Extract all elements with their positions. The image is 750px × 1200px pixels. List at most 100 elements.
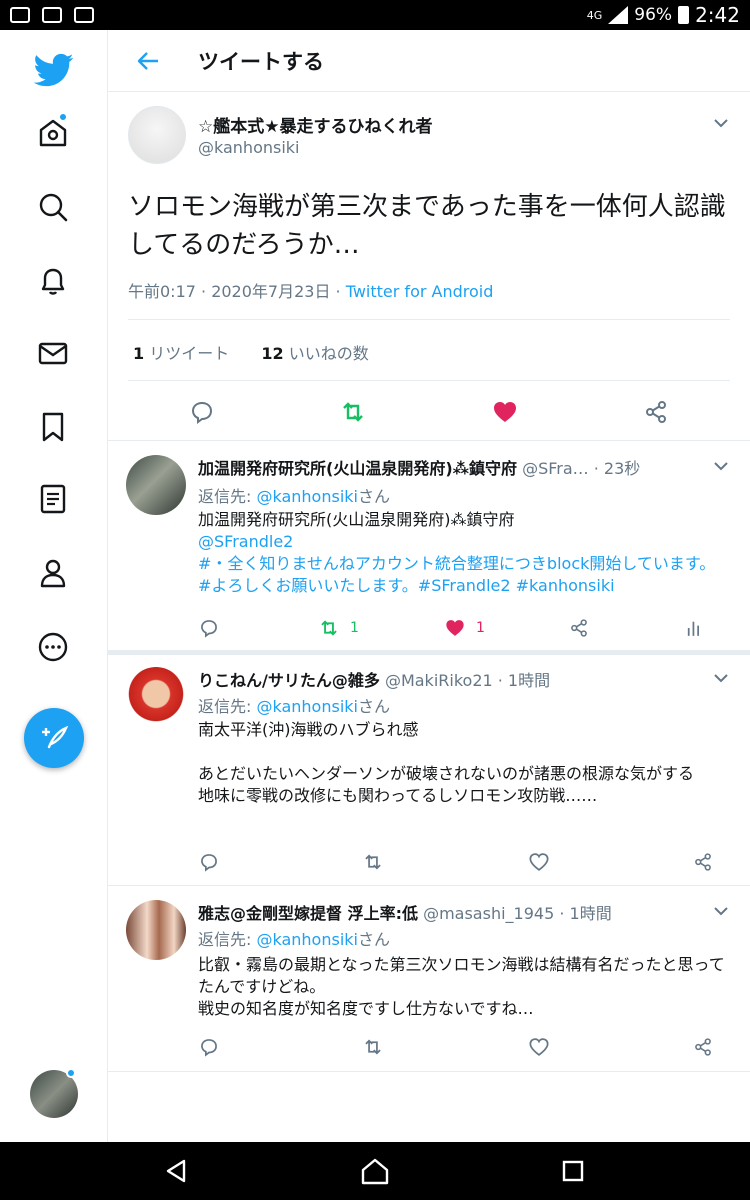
tweet-text: ソロモン海戦が第三次まであった事を一体何人認識してるのだろうか…: [128, 192, 726, 260]
like-button[interactable]: [528, 1036, 550, 1058]
mail-icon[interactable]: [36, 336, 70, 370]
notification-dot: [66, 1068, 76, 1078]
reply-button[interactable]: [198, 617, 220, 639]
lists-icon[interactable]: [36, 482, 70, 516]
heart-icon: [529, 1038, 549, 1056]
account-avatar[interactable]: [30, 1068, 78, 1118]
author-name[interactable]: 雅志@金剛型嫁提督 浮上率:低: [198, 904, 418, 923]
page-title: ツイートする: [198, 49, 324, 74]
tweet-actions: [108, 392, 750, 432]
avatar[interactable]: [128, 106, 186, 164]
notification-icon: [10, 7, 30, 23]
retweet-button[interactable]: 1: [318, 617, 359, 639]
reply-to: 返信先: @kanhonsikiさん: [198, 930, 390, 949]
retweet-button[interactable]: [362, 1036, 384, 1058]
like-button[interactable]: 1: [444, 617, 485, 639]
reply-time: · 1時間: [492, 671, 551, 690]
reply-button[interactable]: [198, 1036, 220, 1058]
back-nav-icon[interactable]: [162, 1156, 192, 1186]
reply-text: 南太平洋(沖)海戦のハブられ感 あとだいたいヘンダーソンが破壊されないのが諸悪の…: [198, 720, 695, 805]
reply-actions: [198, 851, 728, 875]
more-icon[interactable]: [36, 630, 70, 664]
reply-header: 加温開発府研究所(火山温泉開発府)⁂鎮守府 @SFra… · 23秒: [198, 455, 718, 479]
reply-text: 加温開発府研究所(火山温泉開発府)⁂鎮守府 @SFrandle2 #・全く知りま…: [198, 510, 716, 595]
notification-icon: [74, 7, 94, 23]
status-bar: 4G 96% 2:42: [0, 0, 750, 30]
divider: [128, 380, 730, 381]
analytics-button[interactable]: [684, 617, 706, 639]
avatar[interactable]: [126, 455, 186, 515]
chevron-down-icon[interactable]: [712, 114, 730, 132]
reply-to-link[interactable]: @kanhonsiki: [256, 930, 358, 949]
compose-tweet-button[interactable]: [24, 708, 84, 768]
like-count: 1: [476, 620, 485, 636]
chevron-down-icon[interactable]: [712, 669, 730, 687]
reply-time: · 23秒: [588, 459, 641, 478]
network-label: 4G: [586, 8, 603, 22]
tweet-meta: 午前0:17 · 2020年7月23日 · Twitter for Androi…: [128, 278, 493, 302]
share-button[interactable]: [692, 1036, 714, 1058]
share-button[interactable]: [692, 851, 714, 873]
divider: [128, 319, 730, 320]
share-button[interactable]: [568, 617, 590, 639]
battery-percent: 96%: [634, 5, 673, 25]
author-handle[interactable]: @MakiRiko21: [380, 671, 493, 690]
heart-icon: [529, 853, 549, 871]
back-button[interactable]: [108, 51, 188, 71]
reply-to: 返信先: @kanhonsikiさん: [198, 697, 390, 716]
like-button[interactable]: [528, 851, 550, 873]
tweet-source-link[interactable]: Twitter for Android: [346, 282, 494, 301]
reply-icon: [201, 620, 217, 638]
share-icon: [571, 619, 587, 637]
author-handle[interactable]: @SFra…: [517, 459, 589, 478]
author-handle[interactable]: @masashi_1945: [418, 904, 554, 923]
profile-icon[interactable]: [36, 556, 70, 590]
home-icon[interactable]: [36, 112, 70, 150]
retweet-count: 1: [350, 620, 359, 636]
share-icon: [695, 1038, 711, 1056]
bookmark-icon[interactable]: [36, 410, 70, 444]
divider: [108, 1071, 750, 1072]
author-handle[interactable]: @kanhonsiki: [198, 138, 300, 157]
retweets-stat[interactable]: 1 リツイート: [133, 344, 229, 363]
retweet-icon: [321, 620, 337, 636]
reply-to: 返信先: @kanhonsikiさん: [198, 487, 390, 506]
likes-stat[interactable]: 12 いいねの数: [261, 344, 368, 363]
twitter-logo-icon[interactable]: [33, 50, 74, 90]
tweet-timestamp: 午前0:17 · 2020年7月23日 ·: [128, 282, 346, 301]
author-name[interactable]: りこねん/サリたん@雑多: [198, 671, 380, 690]
notification-dot: [58, 112, 68, 122]
reply-icon: [201, 1039, 217, 1057]
reply-links[interactable]: @SFrandle2 #・全く知りませんねアカウント統合整理につきblock開始…: [198, 532, 715, 595]
retweet-button[interactable]: [362, 851, 384, 873]
avatar[interactable]: [126, 900, 186, 960]
avatar[interactable]: [126, 667, 186, 727]
reply-tweet[interactable]: りこねん/サリたん@雑多 @MakiRiko21 · 1時間 返信先: @kan…: [108, 655, 750, 885]
search-icon[interactable]: [36, 190, 70, 224]
signal-icon: [608, 6, 629, 24]
retweet-icon[interactable]: [339, 398, 367, 426]
reply-icon[interactable]: [188, 398, 216, 426]
chevron-down-icon[interactable]: [712, 457, 730, 475]
reply-tweet[interactable]: 加温開発府研究所(火山温泉開発府)⁂鎮守府 @SFra… · 23秒 返信先: …: [108, 440, 750, 650]
like-icon: [446, 620, 464, 636]
reply-button[interactable]: [198, 851, 220, 873]
recents-nav-icon[interactable]: [558, 1156, 588, 1186]
reply-header: りこねん/サリたん@雑多 @MakiRiko21 · 1時間: [198, 667, 718, 691]
page-header: ツイートする: [108, 30, 750, 92]
reply-actions: [198, 1036, 728, 1060]
chevron-down-icon[interactable]: [712, 902, 730, 920]
like-icon[interactable]: [491, 398, 519, 426]
notification-icon: [42, 7, 62, 23]
reply-tweet[interactable]: 雅志@金剛型嫁提督 浮上率:低 @masashi_1945 · 1時間 返信先:…: [108, 885, 750, 1071]
analytics-icon: [687, 621, 700, 636]
reply-to-link[interactable]: @kanhonsiki: [256, 697, 358, 716]
tweet-stats: 1 リツイート 12 いいねの数: [133, 340, 369, 364]
sidebar: [0, 30, 108, 1142]
author-name[interactable]: ☆艦本式★暴走するひねくれ者: [198, 112, 432, 137]
bell-icon[interactable]: [36, 264, 70, 298]
share-icon[interactable]: [642, 398, 670, 426]
author-name[interactable]: 加温開発府研究所(火山温泉開発府)⁂鎮守府: [198, 459, 517, 478]
reply-to-link[interactable]: @kanhonsiki: [256, 487, 358, 506]
home-nav-icon[interactable]: [360, 1156, 390, 1186]
